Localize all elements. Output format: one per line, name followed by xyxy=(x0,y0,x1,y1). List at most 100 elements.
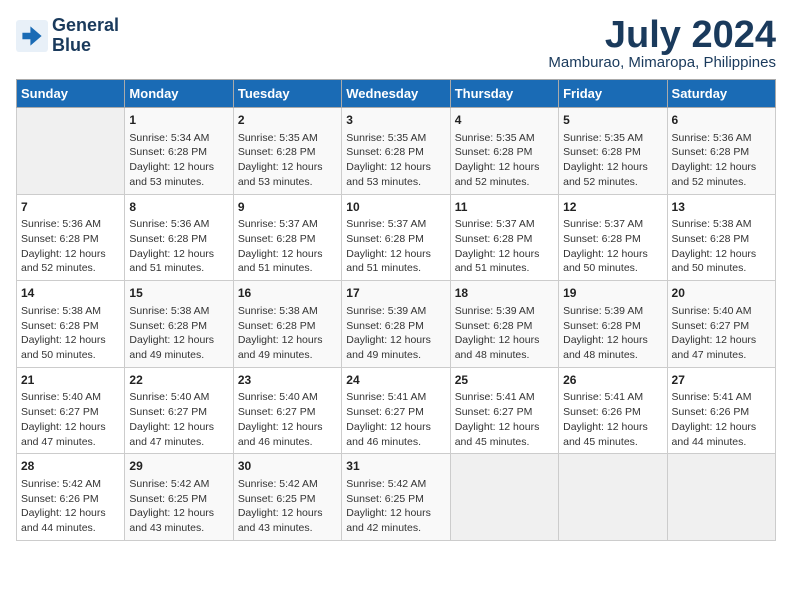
day-info: Sunrise: 5:35 AM Sunset: 6:28 PM Dayligh… xyxy=(455,131,554,190)
calendar-cell: 18 Sunrise: 5:39 AM Sunset: 6:28 PM Dayli… xyxy=(450,281,558,368)
day-number: 7 xyxy=(21,199,120,216)
day-number: 18 xyxy=(455,285,554,302)
day-info: Sunrise: 5:41 AM Sunset: 6:26 PM Dayligh… xyxy=(672,390,771,449)
day-number: 30 xyxy=(238,458,337,475)
logo-icon xyxy=(16,20,48,52)
day-number: 23 xyxy=(238,372,337,389)
calendar-cell: 21Sunrise: 5:40 AM Sunset: 6:27 PM Dayli… xyxy=(17,367,125,454)
day-info: Sunrise: 5:40 AM Sunset: 6:27 PM Dayligh… xyxy=(129,390,228,449)
calendar-cell: 2 Sunrise: 5:35 AM Sunset: 6:28 PM Daylig… xyxy=(233,108,341,195)
calendar-cell: 27Sunrise: 5:41 AM Sunset: 6:26 PM Dayli… xyxy=(667,367,775,454)
calendar-cell: 22Sunrise: 5:40 AM Sunset: 6:27 PM Dayli… xyxy=(125,367,233,454)
day-number: 15 xyxy=(129,285,228,302)
calendar-cell: 5 Sunrise: 5:35 AM Sunset: 6:28 PM Daylig… xyxy=(559,108,667,195)
day-number: 19 xyxy=(563,285,662,302)
calendar-cell: 9Sunrise: 5:37 AM Sunset: 6:28 PM Daylig… xyxy=(233,194,341,281)
calendar-cell: 15 Sunrise: 5:38 AM Sunset: 6:28 PM Dayli… xyxy=(125,281,233,368)
day-number: 29 xyxy=(129,458,228,475)
day-info: Sunrise: 5:39 AM Sunset: 6:28 PM Dayligh… xyxy=(346,304,445,363)
day-info: Sunrise: 5:38 AM Sunset: 6:28 PM Dayligh… xyxy=(672,217,771,276)
day-number: 1 xyxy=(129,112,228,129)
calendar-cell: 19 Sunrise: 5:39 AM Sunset: 6:28 PM Dayli… xyxy=(559,281,667,368)
day-info: Sunrise: 5:39 AM Sunset: 6:28 PM Dayligh… xyxy=(563,304,662,363)
day-number: 2 xyxy=(238,112,337,129)
day-info: Sunrise: 5:34 AM Sunset: 6:28 PM Dayligh… xyxy=(129,131,228,190)
calendar-cell: 13Sunrise: 5:38 AM Sunset: 6:28 PM Dayli… xyxy=(667,194,775,281)
day-number: 9 xyxy=(238,199,337,216)
calendar-cell: 17 Sunrise: 5:39 AM Sunset: 6:28 PM Dayli… xyxy=(342,281,450,368)
day-number: 22 xyxy=(129,372,228,389)
calendar-cell: 1 Sunrise: 5:34 AM Sunset: 6:28 PM Daylig… xyxy=(125,108,233,195)
calendar-day-header: Sunday xyxy=(17,80,125,108)
day-number: 5 xyxy=(563,112,662,129)
calendar-cell: 20 Sunrise: 5:40 AM Sunset: 6:27 PM Dayli… xyxy=(667,281,775,368)
day-number: 12 xyxy=(563,199,662,216)
day-info: Sunrise: 5:38 AM Sunset: 6:28 PM Dayligh… xyxy=(129,304,228,363)
page-header: General Blue July 2024 Mamburao, Mimarop… xyxy=(16,16,776,71)
day-info: Sunrise: 5:39 AM Sunset: 6:28 PM Dayligh… xyxy=(455,304,554,363)
calendar-cell: 28Sunrise: 5:42 AM Sunset: 6:26 PM Dayli… xyxy=(17,454,125,541)
calendar-body: 1 Sunrise: 5:34 AM Sunset: 6:28 PM Daylig… xyxy=(17,108,776,541)
day-info: Sunrise: 5:35 AM Sunset: 6:28 PM Dayligh… xyxy=(238,131,337,190)
calendar-cell xyxy=(17,108,125,195)
calendar-cell: 29Sunrise: 5:42 AM Sunset: 6:25 PM Dayli… xyxy=(125,454,233,541)
day-number: 8 xyxy=(129,199,228,216)
logo: General Blue xyxy=(16,16,119,56)
day-info: Sunrise: 5:37 AM Sunset: 6:28 PM Dayligh… xyxy=(238,217,337,276)
day-number: 14 xyxy=(21,285,120,302)
calendar-header-row: SundayMondayTuesdayWednesdayThursdayFrid… xyxy=(17,80,776,108)
day-info: Sunrise: 5:41 AM Sunset: 6:27 PM Dayligh… xyxy=(455,390,554,449)
calendar-cell: 10Sunrise: 5:37 AM Sunset: 6:28 PM Dayli… xyxy=(342,194,450,281)
day-info: Sunrise: 5:37 AM Sunset: 6:28 PM Dayligh… xyxy=(455,217,554,276)
calendar-cell: 7Sunrise: 5:36 AM Sunset: 6:28 PM Daylig… xyxy=(17,194,125,281)
calendar-cell: 30 Sunrise: 5:42 AM Sunset: 6:25 PM Dayli… xyxy=(233,454,341,541)
month-title: July 2024 xyxy=(548,16,776,54)
calendar-cell: 6 Sunrise: 5:36 AM Sunset: 6:28 PM Daylig… xyxy=(667,108,775,195)
day-info: Sunrise: 5:36 AM Sunset: 6:28 PM Dayligh… xyxy=(129,217,228,276)
day-info: Sunrise: 5:40 AM Sunset: 6:27 PM Dayligh… xyxy=(238,390,337,449)
day-info: Sunrise: 5:42 AM Sunset: 6:25 PM Dayligh… xyxy=(238,477,337,536)
calendar-day-header: Thursday xyxy=(450,80,558,108)
calendar-week-row: 14 Sunrise: 5:38 AM Sunset: 6:28 PM Dayli… xyxy=(17,281,776,368)
day-number: 24 xyxy=(346,372,445,389)
day-info: Sunrise: 5:35 AM Sunset: 6:28 PM Dayligh… xyxy=(563,131,662,190)
day-number: 6 xyxy=(672,112,771,129)
day-number: 25 xyxy=(455,372,554,389)
day-number: 10 xyxy=(346,199,445,216)
day-number: 26 xyxy=(563,372,662,389)
calendar-cell xyxy=(667,454,775,541)
calendar-week-row: 21 Sunrise: 5:40 AM Sunset: 6:27 PM Dayli… xyxy=(17,367,776,454)
calendar-cell xyxy=(559,454,667,541)
day-info: Sunrise: 5:40 AM Sunset: 6:27 PM Dayligh… xyxy=(672,304,771,363)
calendar-cell: 31 Sunrise: 5:42 AM Sunset: 6:25 PM Dayli… xyxy=(342,454,450,541)
calendar-cell: 14 Sunrise: 5:38 AM Sunset: 6:28 PM Dayli… xyxy=(17,281,125,368)
calendar-cell: 12Sunrise: 5:37 AM Sunset: 6:28 PM Dayli… xyxy=(559,194,667,281)
calendar-cell: 23Sunrise: 5:40 AM Sunset: 6:27 PM Dayli… xyxy=(233,367,341,454)
calendar-cell: 16Sunrise: 5:38 AM Sunset: 6:28 PM Dayli… xyxy=(233,281,341,368)
calendar-day-header: Monday xyxy=(125,80,233,108)
day-info: Sunrise: 5:41 AM Sunset: 6:27 PM Dayligh… xyxy=(346,390,445,449)
calendar-week-row: 28Sunrise: 5:42 AM Sunset: 6:26 PM Dayli… xyxy=(17,454,776,541)
calendar-cell: 3Sunrise: 5:35 AM Sunset: 6:28 PM Daylig… xyxy=(342,108,450,195)
day-info: Sunrise: 5:42 AM Sunset: 6:26 PM Dayligh… xyxy=(21,477,120,536)
day-info: Sunrise: 5:38 AM Sunset: 6:28 PM Dayligh… xyxy=(21,304,120,363)
day-number: 31 xyxy=(346,458,445,475)
day-info: Sunrise: 5:37 AM Sunset: 6:28 PM Dayligh… xyxy=(346,217,445,276)
calendar-cell xyxy=(450,454,558,541)
day-number: 21 xyxy=(21,372,120,389)
day-info: Sunrise: 5:37 AM Sunset: 6:28 PM Dayligh… xyxy=(563,217,662,276)
day-info: Sunrise: 5:42 AM Sunset: 6:25 PM Dayligh… xyxy=(346,477,445,536)
day-number: 17 xyxy=(346,285,445,302)
calendar-cell: 11Sunrise: 5:37 AM Sunset: 6:28 PM Dayli… xyxy=(450,194,558,281)
calendar-cell: 8Sunrise: 5:36 AM Sunset: 6:28 PM Daylig… xyxy=(125,194,233,281)
day-info: Sunrise: 5:35 AM Sunset: 6:28 PM Dayligh… xyxy=(346,131,445,190)
location-title: Mamburao, Mimaropa, Philippines xyxy=(548,54,776,71)
day-number: 20 xyxy=(672,285,771,302)
day-info: Sunrise: 5:41 AM Sunset: 6:26 PM Dayligh… xyxy=(563,390,662,449)
day-number: 4 xyxy=(455,112,554,129)
calendar-cell: 4 Sunrise: 5:35 AM Sunset: 6:28 PM Daylig… xyxy=(450,108,558,195)
day-info: Sunrise: 5:36 AM Sunset: 6:28 PM Dayligh… xyxy=(672,131,771,190)
calendar-day-header: Saturday xyxy=(667,80,775,108)
calendar-week-row: 7 Sunrise: 5:36 AM Sunset: 6:28 PM Daylig… xyxy=(17,194,776,281)
calendar-day-header: Tuesday xyxy=(233,80,341,108)
